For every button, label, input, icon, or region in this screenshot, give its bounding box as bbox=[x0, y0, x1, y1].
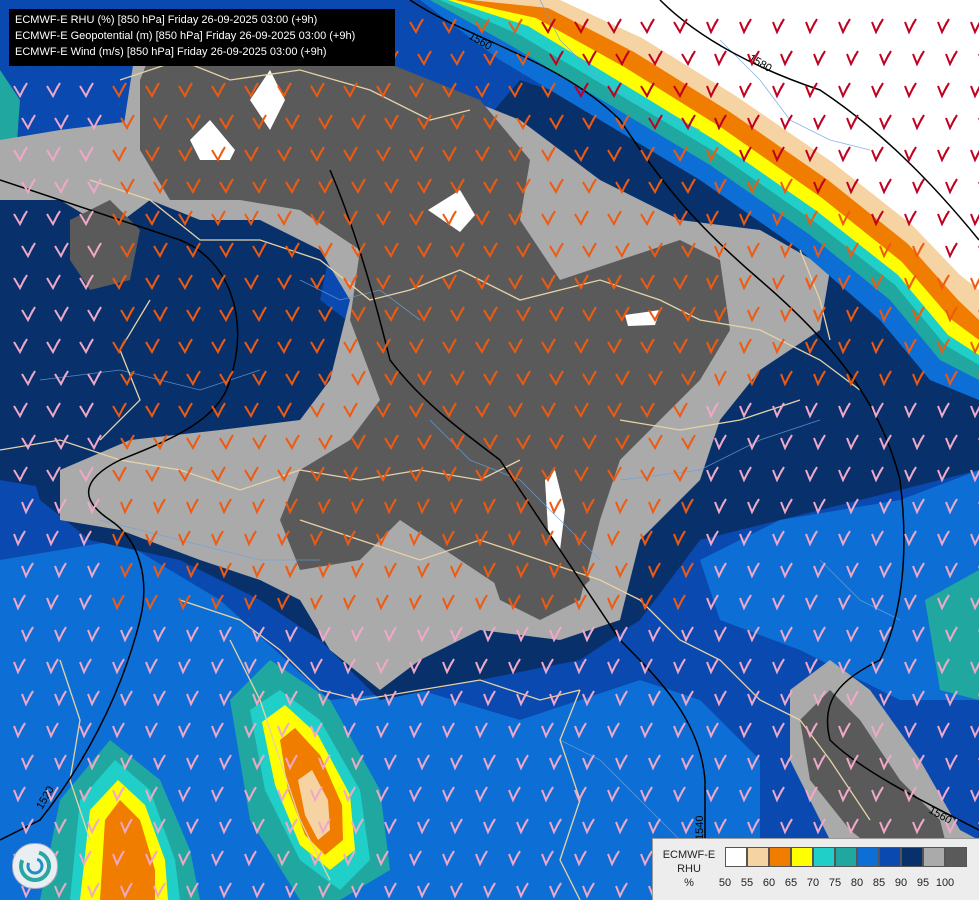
rhu-legend: ECMWF-E RHU % 50 55 60 65 70 75 80 85 90 95 100 bbox=[652, 838, 979, 900]
legend-swatch bbox=[879, 847, 901, 867]
legend-tick: 50 bbox=[718, 877, 732, 889]
ecmwf-swirl-icon bbox=[12, 843, 58, 889]
legend-swatch bbox=[945, 847, 967, 867]
legend-tick: 95 bbox=[916, 877, 930, 889]
legend-swatch bbox=[813, 847, 835, 867]
legend-tick: 55 bbox=[740, 877, 754, 889]
legend-tick: 60 bbox=[762, 877, 776, 889]
legend-tick: 90 bbox=[894, 877, 908, 889]
title-line-wind: ECMWF-E Wind (m/s) [850 hPa] Friday 26-0… bbox=[15, 46, 327, 58]
legend-swatch bbox=[857, 847, 879, 867]
legend-tick: 70 bbox=[806, 877, 820, 889]
legend-model: ECMWF-E bbox=[662, 849, 716, 861]
title-line-rhu: ECMWF-E RHU (%) [850 hPa] Friday 26-09-2… bbox=[15, 14, 318, 26]
legend-swatch bbox=[901, 847, 923, 867]
legend-variable: RHU bbox=[677, 863, 701, 875]
legend-unit: % bbox=[684, 877, 694, 889]
legend-tick: 80 bbox=[850, 877, 864, 889]
legend-swatch bbox=[835, 847, 857, 867]
legend-swatch bbox=[747, 847, 769, 867]
legend-ticks: 50 55 60 65 70 75 80 85 90 95 100 bbox=[719, 877, 979, 891]
legend-swatches bbox=[725, 847, 967, 867]
legend-swatch bbox=[725, 847, 747, 867]
legend-tick: 75 bbox=[828, 877, 842, 889]
title-line-geopotential: ECMWF-E Geopotential (m) [850 hPa] Frida… bbox=[15, 30, 356, 42]
legend-swatch bbox=[769, 847, 791, 867]
legend-tick: 65 bbox=[784, 877, 798, 889]
legend-swatch bbox=[791, 847, 813, 867]
legend-swatch bbox=[923, 847, 945, 867]
weather-map: 1560 1580 1520 1540 1560 bbox=[0, 0, 979, 900]
map-title-box: ECMWF-E RHU (%) [850 hPa] Friday 26-09-2… bbox=[9, 9, 395, 66]
contour-label-1540: 1540 bbox=[694, 816, 706, 840]
legend-tick: 85 bbox=[872, 877, 886, 889]
legend-tick: 100 bbox=[935, 877, 955, 889]
